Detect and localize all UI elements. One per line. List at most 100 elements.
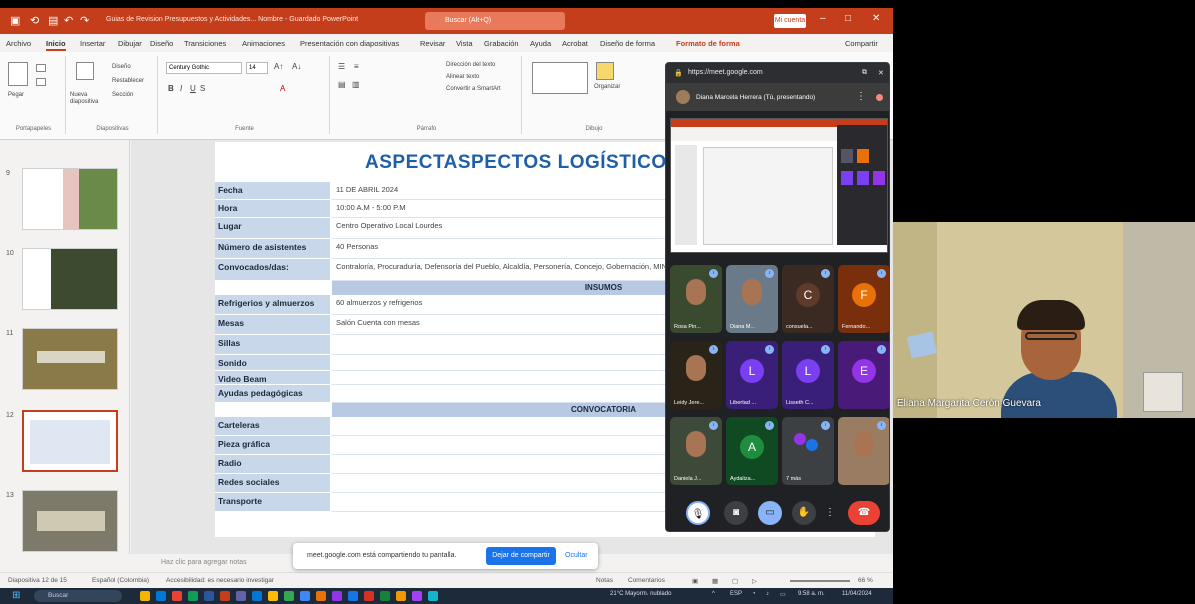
arrange-button[interactable]: Organizar bbox=[594, 84, 620, 90]
excel-icon[interactable] bbox=[188, 591, 198, 601]
participant-tile[interactable]: A ≀ Aydaliza... bbox=[726, 417, 778, 485]
app-icon[interactable] bbox=[412, 591, 422, 601]
slide-thumbnail[interactable] bbox=[22, 168, 118, 230]
align-left-icon[interactable]: ▤ bbox=[338, 80, 346, 89]
app-icon[interactable] bbox=[428, 591, 438, 601]
zoom-level[interactable]: 66 % bbox=[858, 577, 873, 584]
teams-icon[interactable] bbox=[236, 591, 246, 601]
slide-thumbnail-selected[interactable] bbox=[22, 410, 118, 472]
notes-button[interactable]: Notas bbox=[596, 577, 613, 584]
back-to-tab-icon[interactable]: ⧉ bbox=[862, 69, 867, 77]
arrange-icon[interactable] bbox=[596, 62, 614, 80]
maximize-icon[interactable]: □ bbox=[845, 13, 851, 24]
participant-tile[interactable]: F ≀ Fernando... bbox=[838, 265, 889, 333]
font-color-icon[interactable]: A bbox=[280, 84, 285, 93]
tab-presentacion[interactable]: Presentación con diapositivas bbox=[300, 39, 399, 48]
italic-icon[interactable]: I bbox=[180, 84, 182, 93]
redo-icon[interactable]: ↷ bbox=[80, 14, 89, 27]
taskbar-search-label[interactable]: Buscar bbox=[48, 592, 68, 599]
slideshow-icon[interactable]: ▷ bbox=[752, 577, 757, 585]
new-slide-button[interactable]: Nueva diapositiva bbox=[70, 92, 110, 106]
present-icon[interactable]: ▭ bbox=[758, 501, 782, 525]
app-icon[interactable] bbox=[268, 591, 278, 601]
tab-archivo[interactable]: Archivo bbox=[6, 39, 31, 48]
app-icon[interactable] bbox=[332, 591, 342, 601]
minimize-icon[interactable]: – bbox=[820, 13, 826, 24]
participant-tile[interactable]: E ≀ bbox=[838, 341, 889, 409]
close-icon[interactable]: ✕ bbox=[872, 13, 880, 24]
numbering-icon[interactable]: ≡ bbox=[354, 62, 359, 71]
save-icon[interactable]: ▤ bbox=[48, 14, 58, 27]
tab-inicio[interactable]: Inicio bbox=[46, 39, 66, 51]
bold-icon[interactable]: B bbox=[168, 84, 174, 93]
clock-time[interactable]: 9:58 a. m. bbox=[798, 591, 825, 597]
weather-widget[interactable]: 21°C Mayorm. nublado bbox=[610, 591, 671, 597]
clock-date[interactable]: 11/04/2024 bbox=[842, 591, 872, 597]
tab-acrobat[interactable]: Acrobat bbox=[562, 39, 588, 48]
app-icon[interactable] bbox=[348, 591, 358, 601]
language-indicator[interactable]: ESP bbox=[730, 591, 742, 597]
end-call-icon[interactable]: ☎ bbox=[848, 501, 880, 525]
tab-vista[interactable]: Vista bbox=[456, 39, 473, 48]
outlook-icon[interactable] bbox=[252, 591, 262, 601]
shrink-font-icon[interactable]: A↓ bbox=[292, 62, 301, 71]
strikethrough-icon[interactable]: S bbox=[200, 84, 205, 93]
participant-tile[interactable]: ≀ Leidy Jere... bbox=[670, 341, 722, 409]
align-text-button[interactable]: Alinear texto bbox=[446, 74, 479, 80]
tab-revisar[interactable]: Revisar bbox=[420, 39, 445, 48]
participant-tile[interactable]: C ≀ consuela... bbox=[782, 265, 834, 333]
underline-icon[interactable]: U bbox=[190, 84, 196, 93]
paste-icon[interactable] bbox=[8, 62, 28, 86]
grow-font-icon[interactable]: A↑ bbox=[274, 62, 283, 71]
tab-insertar[interactable]: Insertar bbox=[80, 39, 105, 48]
wifi-icon[interactable]: ◔ bbox=[752, 591, 756, 597]
edge-icon[interactable] bbox=[156, 591, 166, 601]
normal-view-icon[interactable]: ▣ bbox=[692, 577, 698, 585]
word-icon[interactable] bbox=[204, 591, 214, 601]
tab-grabacion[interactable]: Grabación bbox=[484, 39, 519, 48]
taskbar-search[interactable]: Buscar bbox=[34, 590, 122, 602]
text-direction-button[interactable]: Dirección del texto bbox=[446, 62, 495, 68]
tab-formato-forma[interactable]: Formato de forma bbox=[676, 39, 740, 48]
comments-button[interactable]: Comentarios bbox=[628, 577, 665, 584]
tray-chevron-icon[interactable]: ^ bbox=[712, 591, 715, 597]
battery-icon[interactable]: ▭ bbox=[780, 591, 786, 598]
windows-start-icon[interactable]: ⊞ bbox=[12, 590, 20, 601]
more-icon[interactable]: ⋮ bbox=[824, 501, 836, 525]
app-icon[interactable] bbox=[284, 591, 294, 601]
align-center-icon[interactable]: ▥ bbox=[352, 80, 360, 89]
slide-title[interactable]: ASPECTASPECTOS LOGÍSTICOS bbox=[365, 152, 680, 174]
hand-icon[interactable]: ✋ bbox=[792, 501, 816, 525]
sorter-view-icon[interactable]: ▦ bbox=[712, 577, 718, 585]
slide-thumbnail[interactable] bbox=[22, 490, 118, 552]
participant-tile[interactable]: ≀ Diana M... bbox=[726, 265, 778, 333]
powerpoint-icon[interactable] bbox=[220, 591, 230, 601]
close-pip-icon[interactable]: ✕ bbox=[878, 69, 884, 77]
tab-animaciones[interactable]: Animaciones bbox=[242, 39, 285, 48]
undo-icon[interactable]: ↶ bbox=[64, 14, 73, 27]
language-indicator[interactable]: Español (Colombia) bbox=[92, 577, 149, 584]
app-icon[interactable] bbox=[316, 591, 326, 601]
accessibility-indicator[interactable]: Accesibilidad: es necesario investigar bbox=[166, 577, 274, 584]
stop-sharing-button[interactable]: Dejar de compartir bbox=[486, 547, 556, 565]
participant-tile[interactable]: L ≀ Lisseth C... bbox=[782, 341, 834, 409]
app-icon[interactable] bbox=[396, 591, 406, 601]
participant-tile[interactable]: L ≀ Libertad ... bbox=[726, 341, 778, 409]
cut-icon[interactable] bbox=[36, 64, 46, 72]
notes-placeholder[interactable]: Haz clic para agregar notas bbox=[161, 559, 247, 566]
account-badge[interactable]: Mi cuenta bbox=[774, 14, 806, 28]
slide-thumbnail[interactable] bbox=[22, 328, 118, 390]
participant-tile[interactable]: ≀ Rosa Pin... bbox=[670, 265, 722, 333]
zoom-slider[interactable] bbox=[790, 580, 850, 582]
hide-banner-link[interactable]: Ocultar bbox=[565, 552, 588, 559]
app-icon[interactable] bbox=[380, 591, 390, 601]
copy-icon[interactable] bbox=[36, 78, 46, 86]
section-button[interactable]: Sección bbox=[112, 92, 133, 98]
tab-dibujar[interactable]: Dibujar bbox=[118, 39, 142, 48]
chrome-icon[interactable] bbox=[172, 591, 182, 601]
participant-tile[interactable]: ≀ bbox=[838, 417, 889, 485]
tab-ayuda[interactable]: Ayuda bbox=[530, 39, 551, 48]
autosave-icon[interactable]: ⟲ bbox=[30, 14, 39, 27]
app-icon[interactable] bbox=[364, 591, 374, 601]
layout-button[interactable]: Diseño bbox=[112, 64, 131, 70]
